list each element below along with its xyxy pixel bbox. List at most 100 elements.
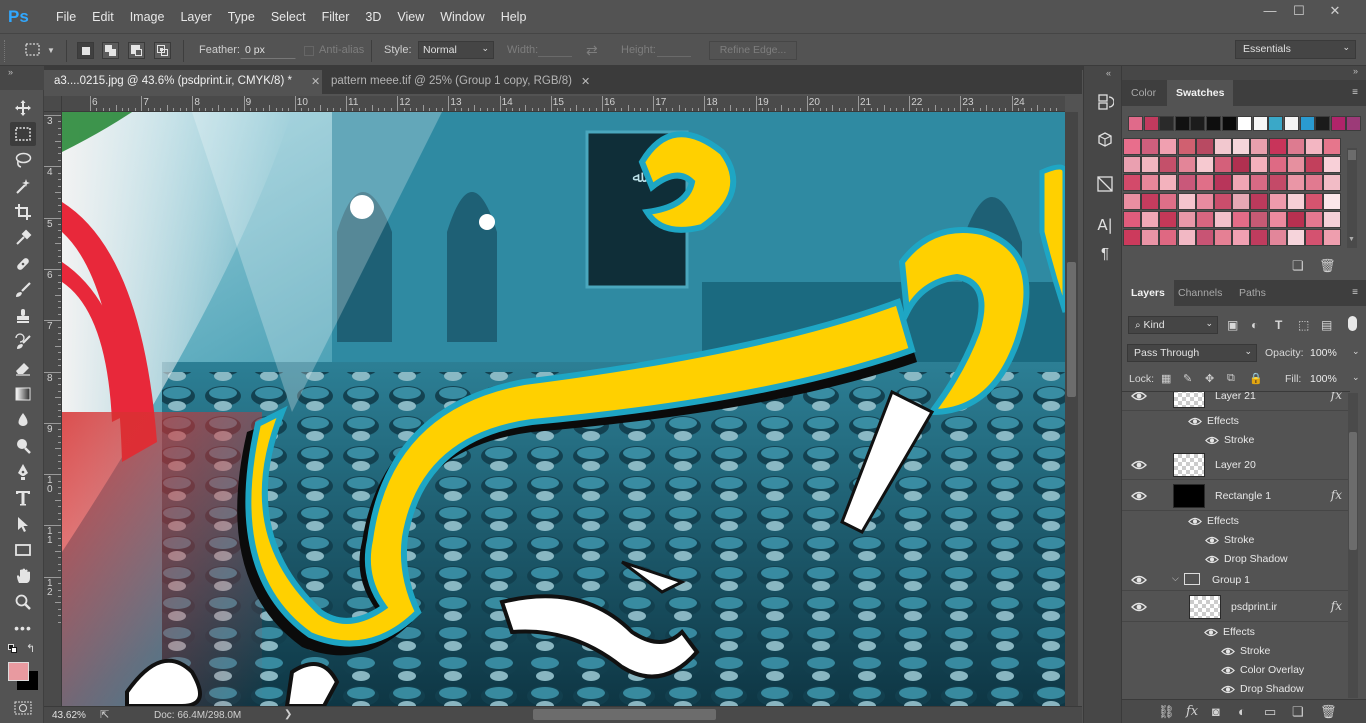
width-input[interactable] — [538, 56, 572, 57]
swatch[interactable] — [1232, 138, 1251, 155]
swatch[interactable] — [1195, 174, 1214, 192]
eyedropper-tool[interactable] — [10, 226, 36, 250]
swatch[interactable] — [1195, 210, 1214, 228]
dodge-tool[interactable] — [10, 434, 36, 458]
swatch[interactable] — [1237, 116, 1253, 131]
swatch[interactable] — [1323, 174, 1342, 192]
chevron-down-icon[interactable]: ⌄ — [1352, 346, 1360, 357]
tab-channels[interactable]: Channels — [1169, 280, 1231, 306]
shape-tool[interactable] — [10, 538, 36, 562]
new-swatch-icon[interactable]: ❏ — [1292, 258, 1304, 274]
swatch[interactable] — [1214, 229, 1232, 246]
hand-tool[interactable] — [10, 564, 36, 588]
lock-pixels-icon[interactable]: ✎ — [1183, 372, 1192, 385]
swatch[interactable] — [1299, 116, 1315, 131]
swatch[interactable] — [1305, 156, 1323, 174]
visibility-eye-icon[interactable] — [1205, 435, 1219, 446]
foreground-color-swatch[interactable] — [8, 662, 29, 681]
close-tab-icon[interactable]: ✕ — [311, 75, 320, 88]
swatch[interactable] — [1141, 210, 1160, 228]
new-selection-button[interactable] — [77, 42, 94, 59]
visibility-eye-icon[interactable] — [1221, 646, 1235, 657]
swatch[interactable] — [1214, 138, 1232, 155]
swatch[interactable] — [1268, 229, 1287, 246]
swap-colors-icon[interactable]: ↰ — [26, 642, 35, 655]
visibility-eye-icon[interactable] — [1205, 535, 1219, 546]
filter-pixel-icon[interactable]: ▣ — [1227, 318, 1238, 332]
visibility-eye-icon[interactable] — [1131, 574, 1147, 586]
lasso-tool[interactable] — [10, 148, 36, 172]
filter-toggle[interactable] — [1348, 316, 1357, 331]
swatch[interactable] — [1268, 174, 1287, 192]
filter-shape-icon[interactable]: ⬚ — [1298, 318, 1309, 332]
swatch[interactable] — [1250, 210, 1269, 228]
character-panel-icon[interactable]: A| — [1094, 214, 1116, 236]
effects-row[interactable]: Effects — [1122, 411, 1350, 430]
layer-name[interactable]: Layer 21 — [1215, 392, 1256, 402]
layer-fx-icon[interactable]: fx — [1331, 599, 1342, 613]
horizontal-scroll-thumb[interactable] — [533, 709, 716, 720]
effects-row[interactable]: Effects — [1122, 511, 1350, 530]
swatch[interactable] — [1305, 174, 1323, 192]
swatch[interactable] — [1141, 192, 1160, 210]
refine-edge-button[interactable]: Refine Edge... — [709, 41, 797, 60]
effect-row[interactable]: Drop Shadow — [1122, 679, 1350, 698]
layer-fx-icon[interactable]: fx — [1331, 392, 1342, 402]
add-style-icon[interactable]: fx — [1186, 704, 1198, 719]
visibility-eye-icon[interactable] — [1131, 601, 1147, 613]
swatch[interactable] — [1159, 192, 1178, 210]
workspace-select[interactable]: Essentials ⌄ — [1235, 40, 1356, 59]
swatch[interactable] — [1177, 156, 1196, 174]
swatch[interactable] — [1159, 138, 1178, 155]
swatch[interactable] — [1141, 138, 1160, 155]
swatch[interactable] — [1159, 156, 1178, 174]
type-tool[interactable] — [10, 486, 36, 510]
menu-filter[interactable]: Filter — [314, 10, 358, 24]
visibility-eye-icon[interactable] — [1188, 516, 1202, 527]
add-selection-button[interactable] — [102, 42, 119, 59]
quick-select-tool[interactable] — [10, 174, 36, 198]
swatch[interactable] — [1195, 138, 1214, 155]
visibility-eye-icon[interactable] — [1221, 684, 1235, 695]
swatch[interactable] — [1221, 116, 1237, 131]
blend-mode-select[interactable]: Pass Through ⌄ — [1127, 344, 1257, 362]
vertical-scroll-thumb[interactable] — [1067, 262, 1076, 397]
group-name[interactable]: Group 1 — [1212, 574, 1250, 586]
swatch[interactable] — [1286, 174, 1305, 192]
swatch[interactable] — [1305, 229, 1323, 246]
layer-name[interactable]: Layer 20 — [1215, 459, 1256, 471]
swatch[interactable] — [1128, 116, 1143, 131]
swatch[interactable] — [1123, 210, 1141, 228]
swatch[interactable] — [1250, 229, 1269, 246]
swatch[interactable] — [1195, 229, 1214, 246]
panel-menu-icon[interactable]: ≡ — [1352, 87, 1358, 98]
3d-panel-icon[interactable] — [1094, 129, 1116, 151]
layer-filter-select[interactable]: ⌕ Kind ⌄ — [1128, 316, 1218, 334]
close-tab-icon[interactable]: ✕ — [581, 75, 590, 88]
chevron-down-icon[interactable]: ⌄ — [1352, 372, 1360, 383]
swatch[interactable] — [1141, 174, 1160, 192]
swatch[interactable] — [1123, 229, 1141, 246]
layer-fx-icon[interactable]: fx — [1331, 488, 1342, 502]
swatch[interactable] — [1232, 210, 1251, 228]
swatch[interactable] — [1286, 156, 1305, 174]
swatch[interactable] — [1206, 116, 1221, 131]
swatch[interactable] — [1323, 229, 1342, 246]
swatch[interactable] — [1214, 156, 1232, 174]
intersect-selection-button[interactable] — [154, 42, 171, 59]
crop-tool[interactable] — [10, 200, 36, 224]
swatch[interactable] — [1232, 174, 1251, 192]
tab-a3-jpg[interactable]: a3....0215.jpg @ 43.6% (psdprint.ir, CMY… — [44, 70, 322, 94]
menu-image[interactable]: Image — [122, 10, 173, 24]
swatch[interactable] — [1286, 192, 1305, 210]
swatch[interactable] — [1232, 192, 1251, 210]
swatch[interactable] — [1268, 116, 1284, 131]
swatch[interactable] — [1330, 116, 1346, 131]
swatch[interactable] — [1284, 116, 1299, 131]
trash-icon[interactable]: 🗑 — [1319, 258, 1336, 274]
swatch[interactable] — [1286, 138, 1305, 155]
swatch[interactable] — [1268, 138, 1287, 155]
layers-scroll-thumb[interactable] — [1349, 432, 1357, 550]
menu-window[interactable]: Window — [432, 10, 492, 24]
subtract-selection-button[interactable] — [128, 42, 145, 59]
